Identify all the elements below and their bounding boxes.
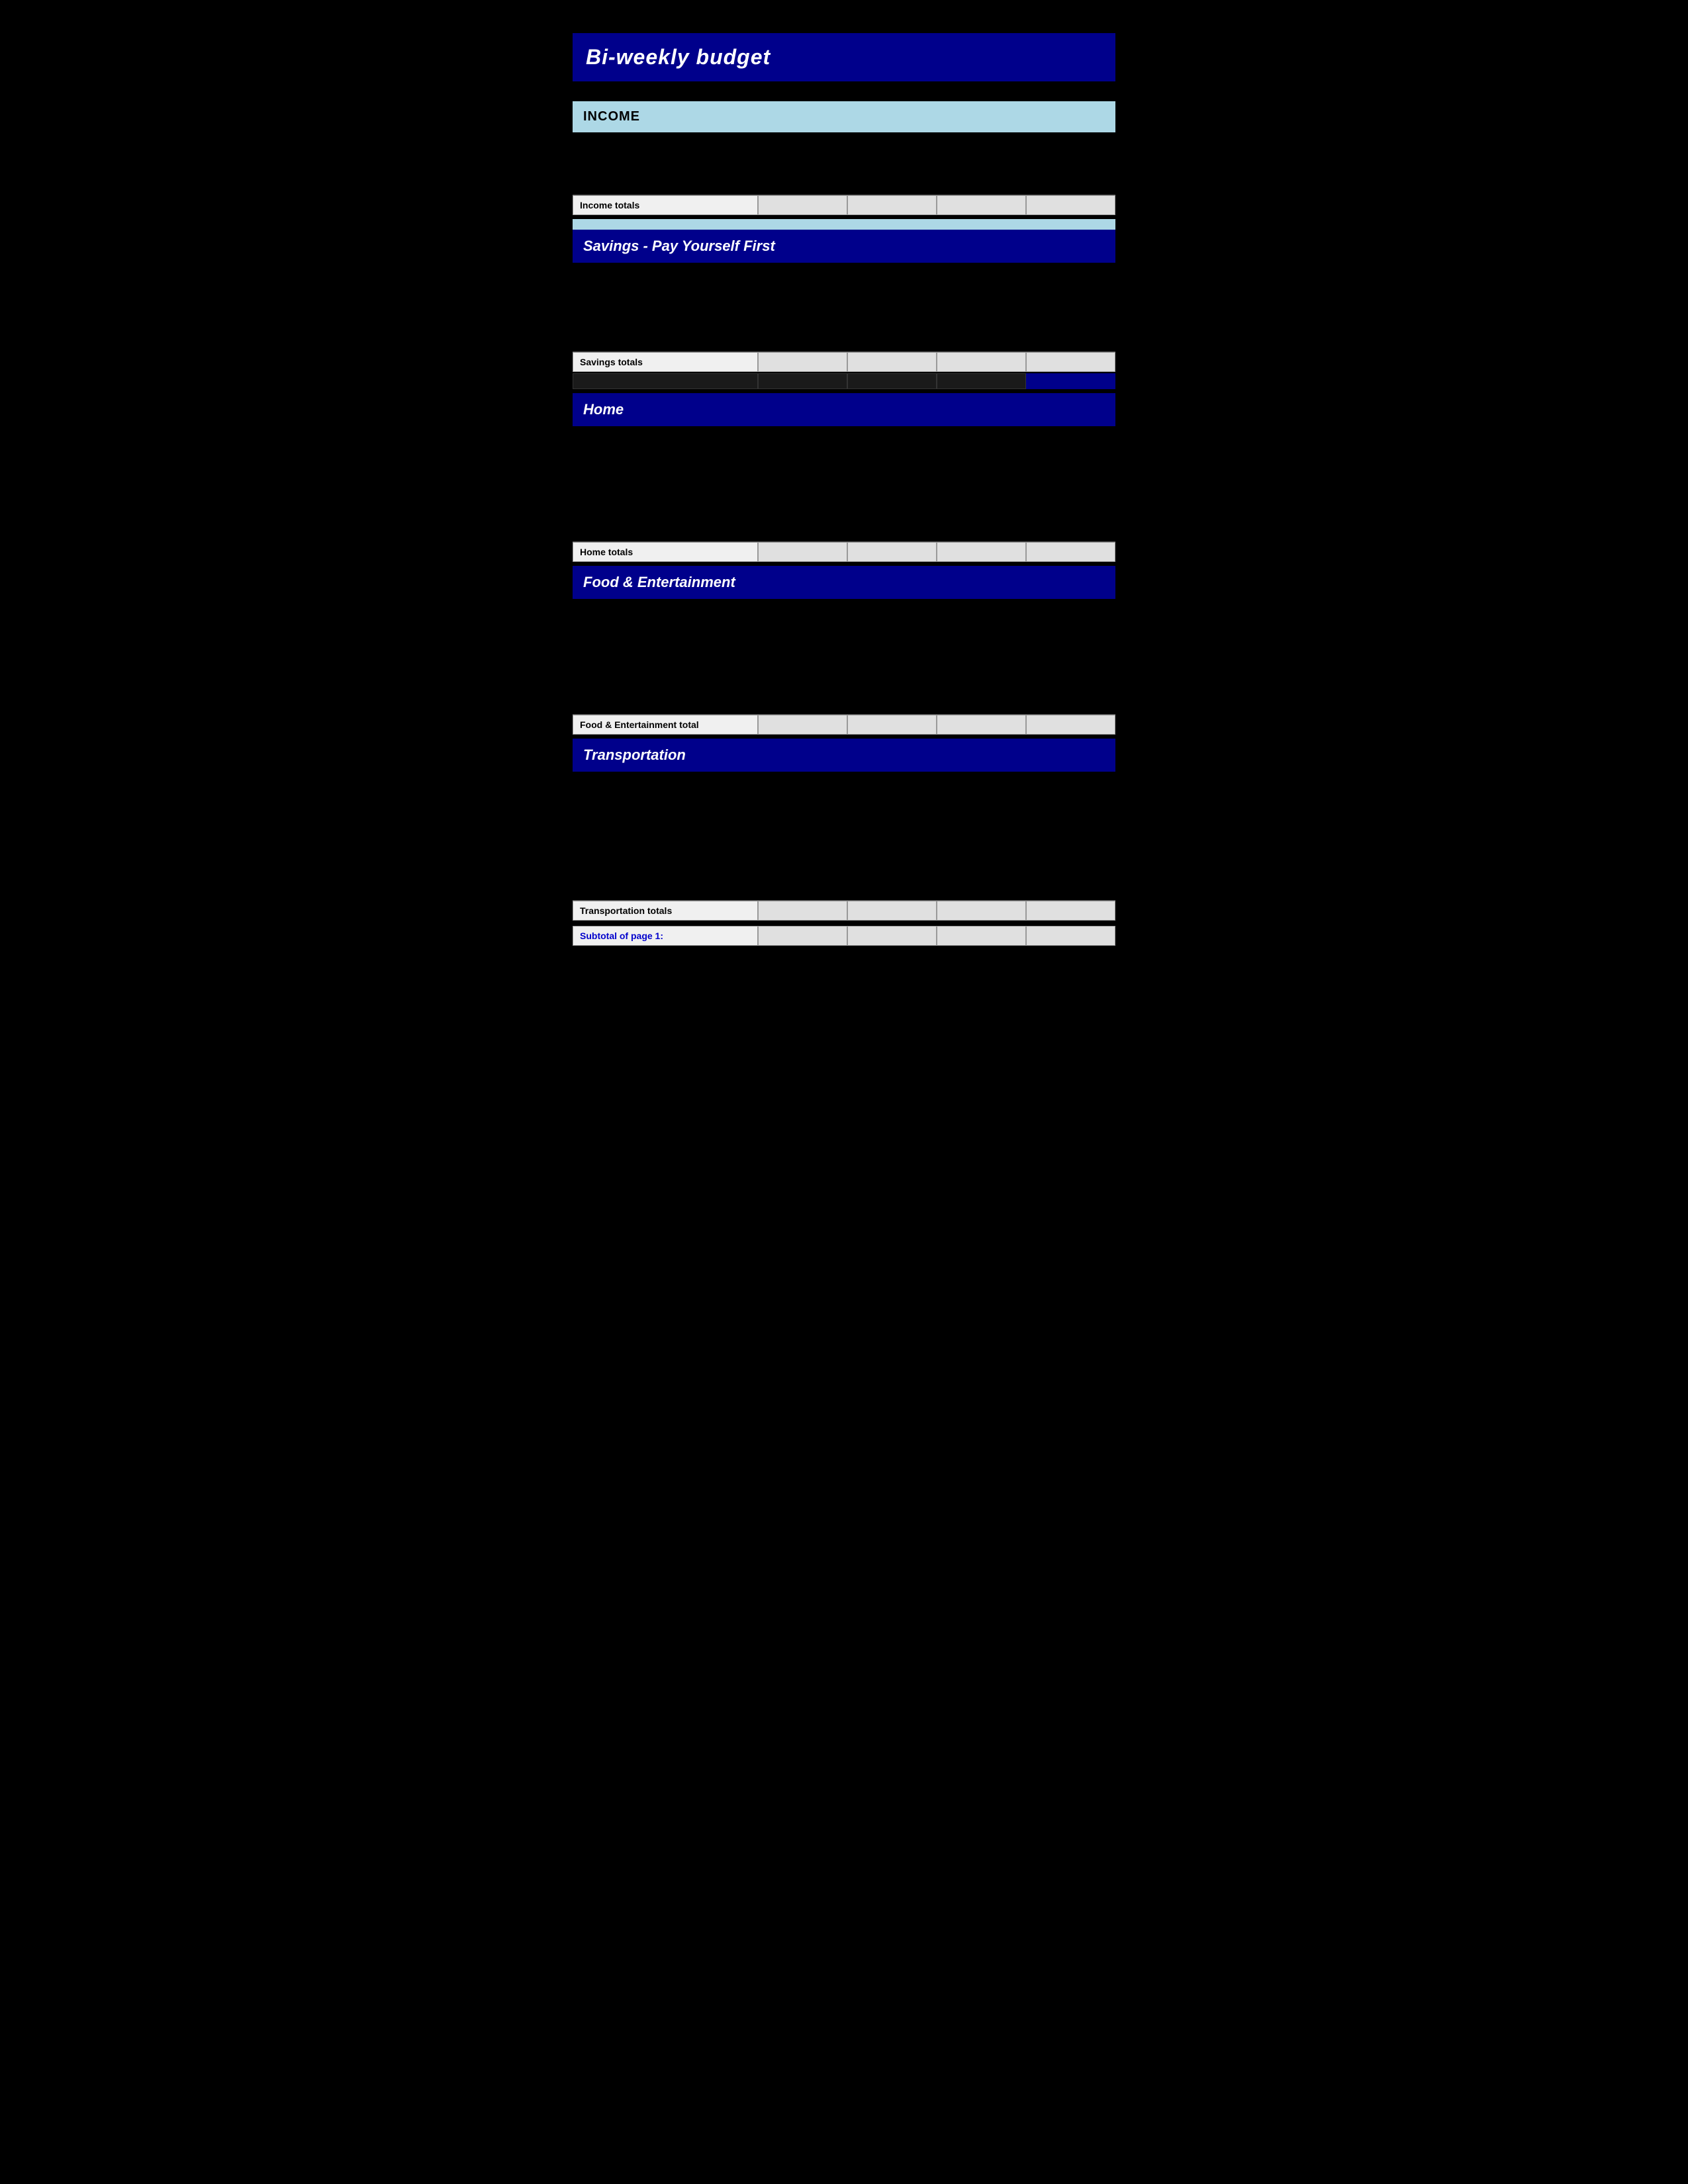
subtotal-row: Subtotal of page 1:: [573, 926, 1115, 946]
savings-totals-val3[interactable]: [937, 352, 1026, 372]
subtotal-val2[interactable]: [847, 926, 937, 946]
transportation-totals-val4[interactable]: [1026, 901, 1115, 921]
transportation-totals-val3[interactable]: [937, 901, 1026, 921]
transportation-section: Transportation Transportation totals Sub…: [573, 739, 1115, 946]
income-totals-val4[interactable]: [1026, 195, 1115, 215]
transportation-header: Transportation: [573, 739, 1115, 772]
food-title: Food & Entertainment: [583, 574, 1105, 591]
home-totals-val2[interactable]: [847, 542, 937, 562]
income-totals-label: Income totals: [573, 195, 758, 215]
home-totals-label: Home totals: [573, 542, 758, 562]
transportation-content-area: [573, 774, 1115, 854]
transportation-content-extra: [573, 854, 1115, 893]
income-totals-row: Income totals: [573, 195, 1115, 215]
food-header: Food & Entertainment: [573, 566, 1115, 599]
transportation-title: Transportation: [583, 747, 1105, 764]
savings-extra-empty4: [937, 373, 1026, 389]
income-header: Income: [573, 101, 1115, 132]
income-title: Income: [583, 109, 1105, 124]
savings-totals-val2[interactable]: [847, 352, 937, 372]
savings-section: Savings - Pay Yourself First Savings tot…: [573, 230, 1115, 389]
food-totals-row: Food & Entertainment total: [573, 714, 1115, 735]
home-content-area: [573, 429, 1115, 508]
subtotal-val3[interactable]: [937, 926, 1026, 946]
income-totals-val1[interactable]: [758, 195, 847, 215]
savings-extra-row: [573, 373, 1115, 389]
savings-extra-empty3: [847, 373, 937, 389]
transportation-totals-val2[interactable]: [847, 901, 937, 921]
subtotal-val1[interactable]: [758, 926, 847, 946]
savings-extra-dark: [1026, 373, 1115, 389]
savings-extra-empty2: [758, 373, 847, 389]
savings-content-area: [573, 265, 1115, 345]
income-section: Income Income totals: [573, 101, 1115, 215]
savings-totals-val1[interactable]: [758, 352, 847, 372]
home-totals-val4[interactable]: [1026, 542, 1115, 562]
subtotal-label: Subtotal of page 1:: [573, 926, 758, 946]
savings-title: Savings - Pay Yourself First: [583, 238, 1105, 255]
income-totals-val2[interactable]: [847, 195, 937, 215]
home-title: Home: [583, 401, 1105, 418]
home-header: Home: [573, 393, 1115, 426]
title-bar: Bi-weekly budget: [573, 33, 1115, 81]
food-totals-val1[interactable]: [758, 715, 847, 735]
transportation-totals-row: Transportation totals: [573, 900, 1115, 921]
home-section: Home Home totals: [573, 393, 1115, 562]
page-title: Bi-weekly budget: [586, 45, 1102, 69]
savings-totals-label: Savings totals: [573, 352, 758, 372]
home-totals-row: Home totals: [573, 541, 1115, 562]
savings-separator-light: [573, 219, 1115, 230]
home-totals-val3[interactable]: [937, 542, 1026, 562]
food-totals-val2[interactable]: [847, 715, 937, 735]
food-content-extra: [573, 681, 1115, 707]
income-content-area: [573, 135, 1115, 188]
food-totals-val4[interactable]: [1026, 715, 1115, 735]
transportation-totals-label: Transportation totals: [573, 901, 758, 921]
subtotal-val4[interactable]: [1026, 926, 1115, 946]
savings-totals-row: Savings totals: [573, 351, 1115, 372]
savings-header: Savings - Pay Yourself First: [573, 230, 1115, 263]
transportation-totals-val1[interactable]: [758, 901, 847, 921]
savings-extra-empty1: [573, 373, 758, 389]
food-section: Food & Entertainment Food & Entertainmen…: [573, 566, 1115, 735]
home-content-extra: [573, 508, 1115, 535]
food-content-area: [573, 602, 1115, 681]
income-totals-val3[interactable]: [937, 195, 1026, 215]
food-totals-val3[interactable]: [937, 715, 1026, 735]
home-totals-val1[interactable]: [758, 542, 847, 562]
food-totals-label: Food & Entertainment total: [573, 715, 758, 735]
page-container: Bi-weekly budget Income Income totals Sa…: [559, 13, 1129, 970]
savings-totals-val4[interactable]: [1026, 352, 1115, 372]
